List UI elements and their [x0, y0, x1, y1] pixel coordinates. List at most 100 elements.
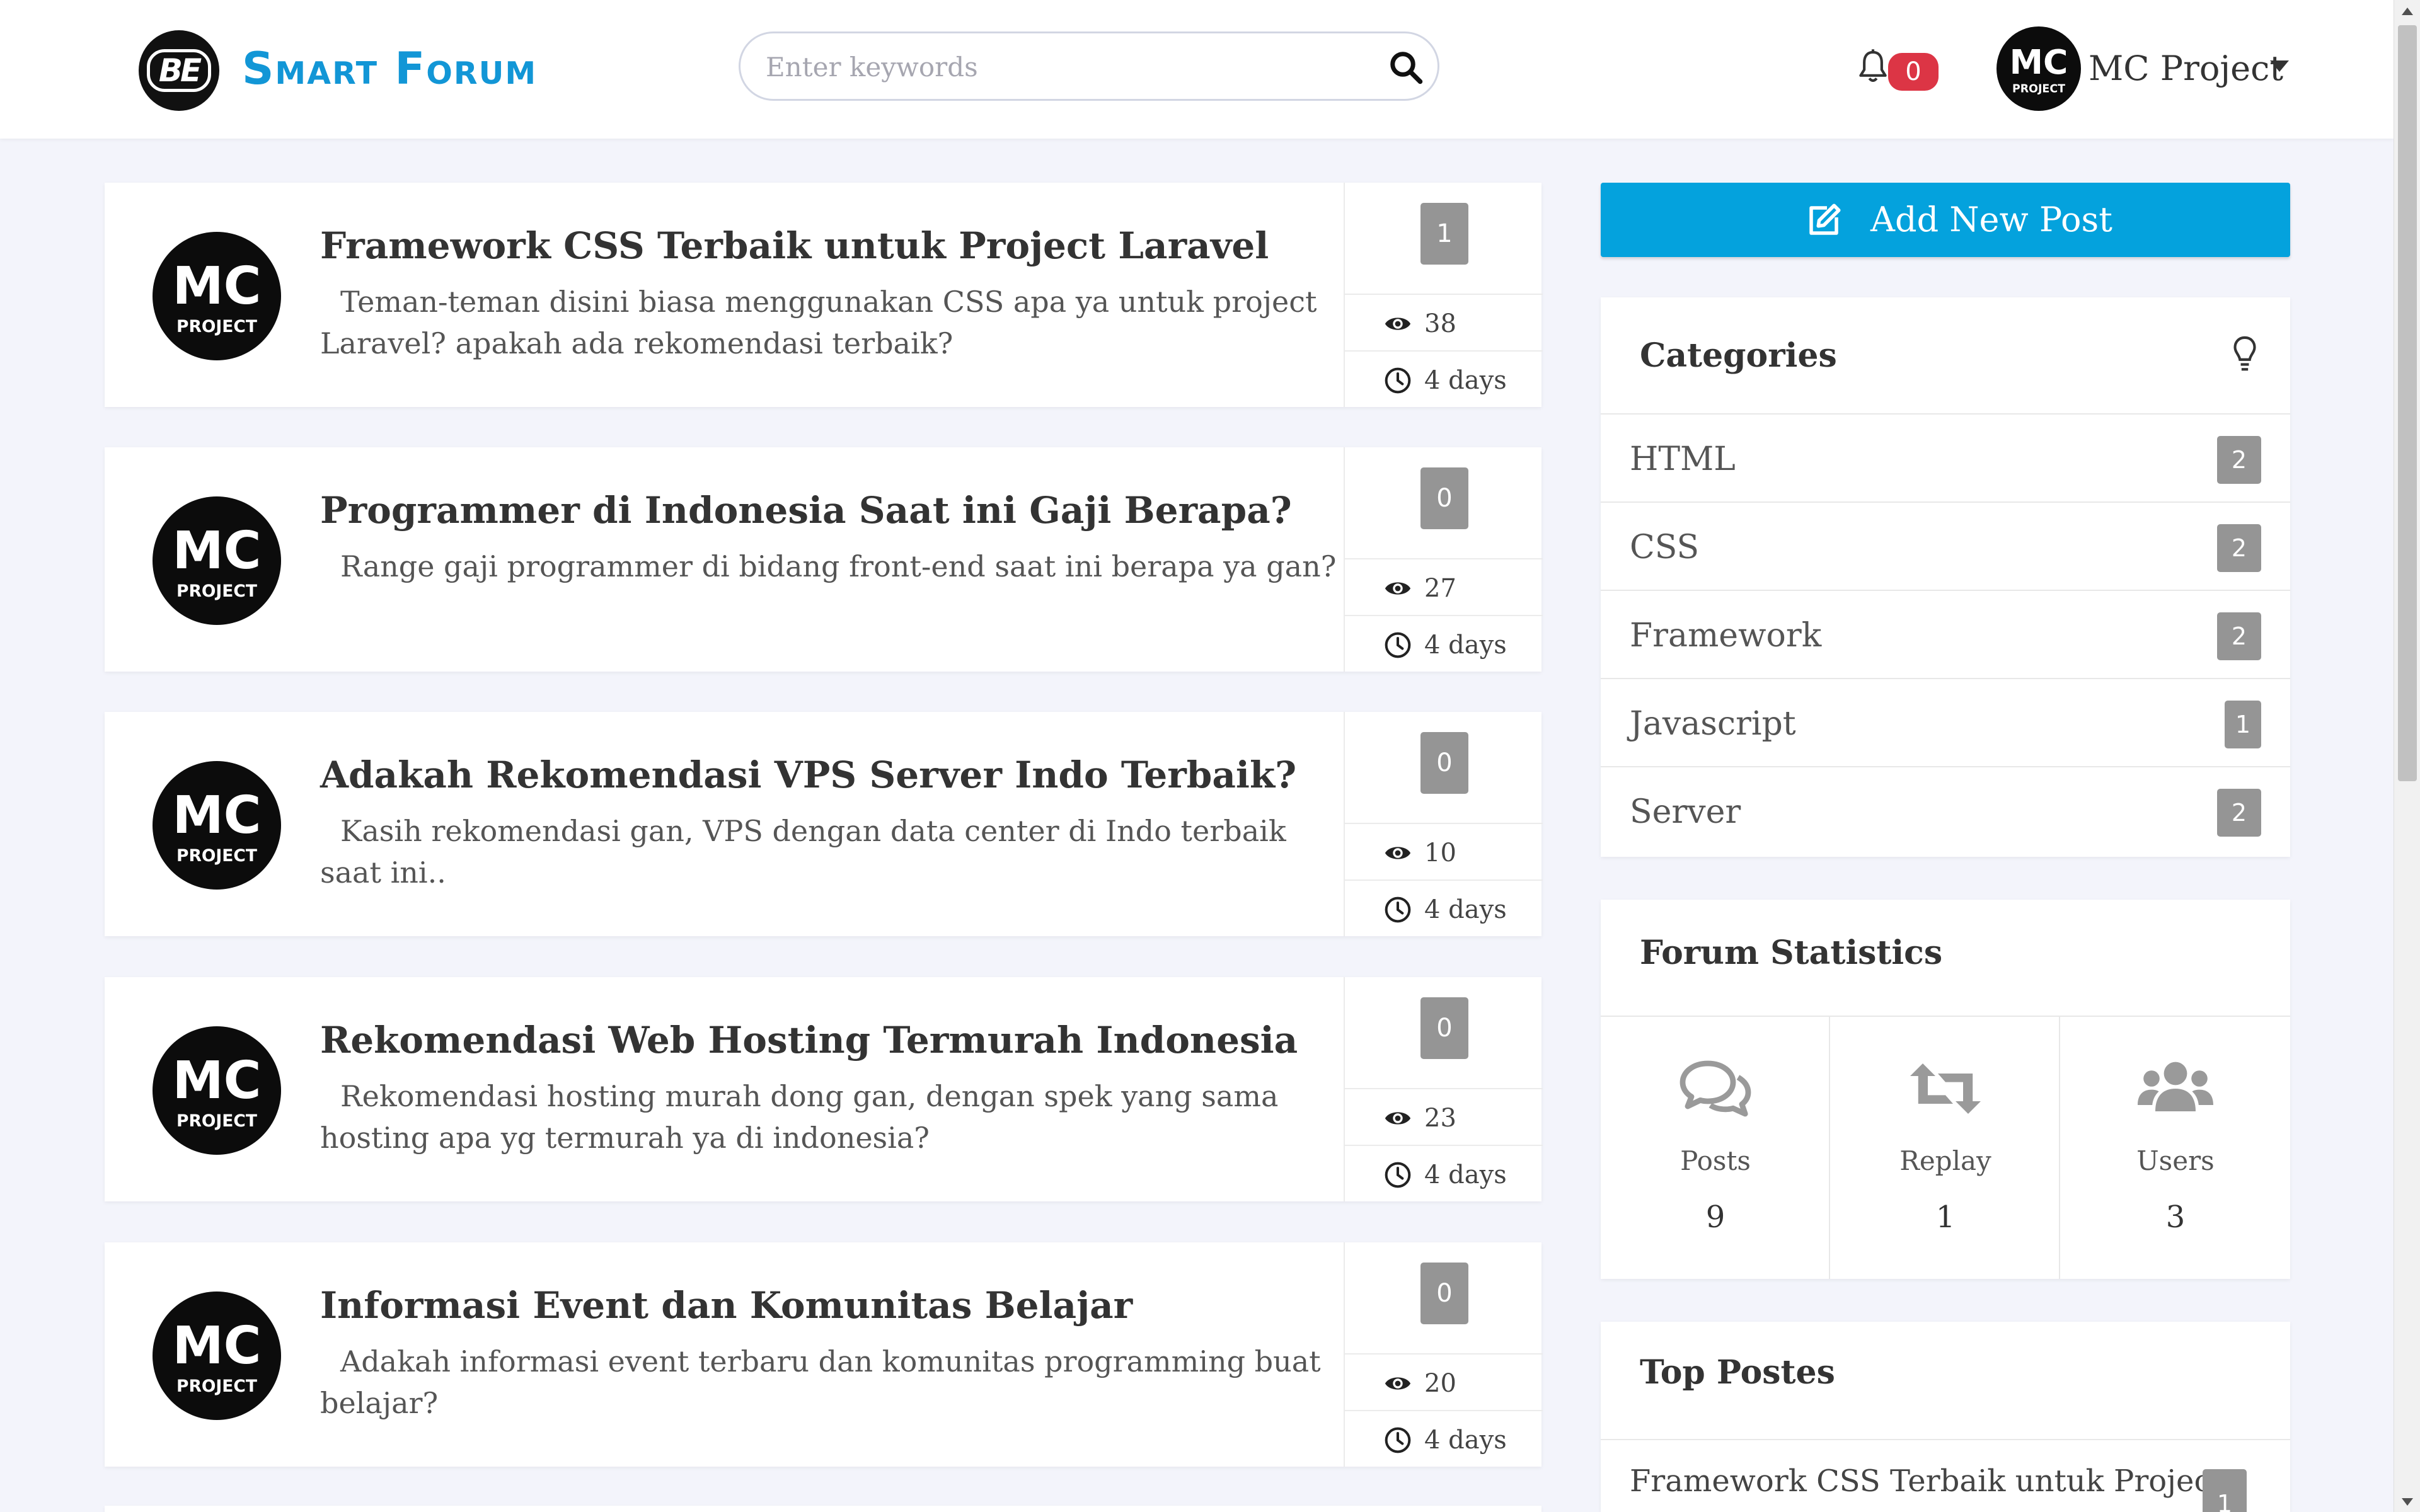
post-age-value: 4 days — [1424, 631, 1507, 660]
post-author-avatar[interactable]: MC PROJECT — [153, 1026, 281, 1155]
post-stats: 1 38 4 days — [1344, 183, 1543, 407]
svg-text:PROJECT: PROJECT — [176, 317, 257, 336]
scrollbar-thumb[interactable] — [2398, 25, 2417, 781]
view-count-value: 20 — [1424, 1369, 1456, 1398]
chevron-down-icon[interactable] — [2270, 60, 2289, 73]
stat-users: Users 3 — [2061, 1017, 2290, 1279]
post-card[interactable]: MC PROJECT Rekomendasi Web Hosting Termu… — [105, 977, 1543, 1201]
top-post-count-badge: 1 — [2203, 1469, 2247, 1512]
divider — [1601, 1439, 2290, 1440]
user-avatar[interactable]: MC PROJECT — [1997, 26, 2081, 111]
post-author-avatar[interactable]: MC PROJECT — [153, 1292, 281, 1420]
eye-icon — [1385, 1112, 1411, 1125]
stat-label: Replay — [1899, 1145, 1991, 1176]
post-card[interactable]: MC PROJECT Programmer di Indonesia Saat … — [105, 447, 1543, 672]
post-age-value: 4 days — [1424, 895, 1507, 924]
category-item-html[interactable]: HTML 2 — [1601, 413, 2290, 501]
page-scrollbar[interactable] — [2394, 0, 2420, 1512]
post-excerpt: Rekomendasi hosting murah dong gan, deng… — [320, 1079, 1279, 1155]
eye-icon — [1385, 318, 1411, 330]
category-label: CSS — [1630, 529, 1700, 566]
post-age: 4 days — [1345, 350, 1543, 407]
svg-text:MC: MC — [172, 786, 261, 845]
category-item-framework[interactable]: Framework 2 — [1601, 590, 2290, 678]
stat-value: 3 — [2165, 1200, 2186, 1235]
svg-text:MC: MC — [172, 1051, 261, 1111]
post-card[interactable]: MC PROJECT Informasi Event dan Komunitas… — [105, 1242, 1543, 1467]
post-title-link[interactable]: Rekomendasi Web Hosting Termurah Indones… — [320, 1015, 1328, 1065]
post-excerpt: Teman-teman disini biasa menggunakan CSS… — [320, 285, 1317, 360]
scroll-down-arrow-icon[interactable] — [2400, 1497, 2414, 1507]
retweet-icon — [1910, 1063, 1981, 1114]
top-posts-panel: Top Postes Framework CSS Terbaik untuk P… — [1601, 1322, 2290, 1512]
post-title-link[interactable]: Framework CSS Terbaik untuk Project Lara… — [320, 220, 1328, 271]
reply-count-badge: 0 — [1420, 467, 1468, 529]
post-title-link[interactable]: Programmer di Indonesia Saat ini Gaji Be… — [320, 485, 1328, 536]
edit-icon — [1809, 203, 1841, 235]
view-count-value: 27 — [1424, 574, 1456, 603]
post-stats: 0 23 4 days — [1344, 977, 1543, 1201]
category-count-badge: 2 — [2217, 524, 2261, 572]
category-item-javascript[interactable]: Javascript 1 — [1601, 678, 2290, 766]
site-logo[interactable]: BE — [139, 30, 219, 111]
view-count-value: 23 — [1424, 1104, 1456, 1133]
clock-icon — [1385, 896, 1411, 923]
post-author-avatar[interactable]: MC PROJECT — [153, 496, 281, 625]
comments-icon — [1680, 1060, 1751, 1117]
stat-value: 9 — [1705, 1200, 1726, 1235]
post-age: 4 days — [1345, 879, 1543, 936]
top-navbar: BE Smart Forum 0 MC PROJECT MC Project — [0, 0, 2394, 139]
site-brand-name[interactable]: Smart Forum — [242, 40, 537, 97]
svg-text:PROJECT: PROJECT — [176, 846, 257, 866]
scroll-up-arrow-icon[interactable] — [2400, 6, 2414, 16]
svg-text:PROJECT: PROJECT — [176, 1377, 257, 1396]
forum-statistics-title: Forum Statistics — [1640, 934, 1943, 972]
view-count-value: 38 — [1424, 309, 1456, 338]
post-title-link[interactable]: Informasi Event dan Komunitas Belajar — [320, 1280, 1328, 1331]
post-stats: 0 27 4 days — [1344, 447, 1543, 672]
forum-statistics-panel: Forum Statistics Posts 9 Replay 1 Users … — [1601, 900, 2290, 1279]
top-post-title[interactable]: Framework CSS Terbaik untuk Project — [1630, 1460, 2223, 1502]
svg-text:MC: MC — [172, 1316, 261, 1376]
search-input[interactable] — [766, 45, 1352, 89]
view-count: 20 — [1345, 1353, 1543, 1410]
post-age: 4 days — [1345, 615, 1543, 672]
bell-icon[interactable] — [1855, 48, 1891, 86]
category-count-badge: 2 — [2217, 612, 2261, 660]
post-excerpt: Range gaji programmer di bidang front-en… — [340, 549, 1337, 583]
post-stats: 0 20 4 days — [1344, 1242, 1543, 1467]
category-label: Javascript — [1630, 705, 1796, 743]
lightbulb-icon — [2233, 336, 2256, 371]
post-title-link[interactable]: Adakah Rekomendasi VPS Server Indo Terba… — [320, 750, 1328, 800]
post-stats: 0 10 4 days — [1344, 712, 1543, 936]
stat-posts: Posts 9 — [1601, 1017, 1830, 1279]
category-label: Framework — [1630, 617, 1822, 655]
reply-count-badge: 0 — [1420, 732, 1468, 794]
post-card[interactable]: MC PROJECT Adakah Rekomendasi VPS Server… — [105, 712, 1543, 936]
clock-icon — [1385, 1427, 1411, 1453]
eye-icon — [1385, 847, 1411, 859]
post-age: 4 days — [1345, 1410, 1543, 1467]
post-author-avatar[interactable]: MC PROJECT — [153, 232, 281, 360]
clock-icon — [1385, 632, 1411, 658]
category-item-css[interactable]: CSS 2 — [1601, 501, 2290, 590]
category-count-badge: 1 — [2225, 701, 2261, 748]
logo-text: BE — [146, 49, 212, 92]
stat-replay: Replay 1 — [1831, 1017, 2060, 1279]
svg-text:PROJECT: PROJECT — [176, 1111, 257, 1131]
post-age-value: 4 days — [1424, 1426, 1507, 1455]
post-author-avatar[interactable]: MC PROJECT — [153, 761, 281, 890]
user-menu-name[interactable]: MC Project — [2089, 48, 2283, 89]
svg-text:PROJECT: PROJECT — [2012, 83, 2065, 96]
post-card-partial[interactable] — [105, 1506, 1541, 1512]
post-age: 4 days — [1345, 1145, 1543, 1201]
notification-count-badge[interactable]: 0 — [1888, 53, 1939, 91]
view-count: 10 — [1345, 823, 1543, 879]
add-new-post-button[interactable]: Add New Post — [1601, 183, 2290, 257]
eye-icon — [1385, 1377, 1411, 1390]
post-card[interactable]: MC PROJECT Framework CSS Terbaik untuk P… — [105, 183, 1543, 407]
stat-label: Users — [2136, 1145, 2215, 1176]
category-item-server[interactable]: Server 2 — [1601, 766, 2290, 854]
search-icon[interactable] — [1387, 49, 1425, 86]
view-count: 38 — [1345, 294, 1543, 350]
